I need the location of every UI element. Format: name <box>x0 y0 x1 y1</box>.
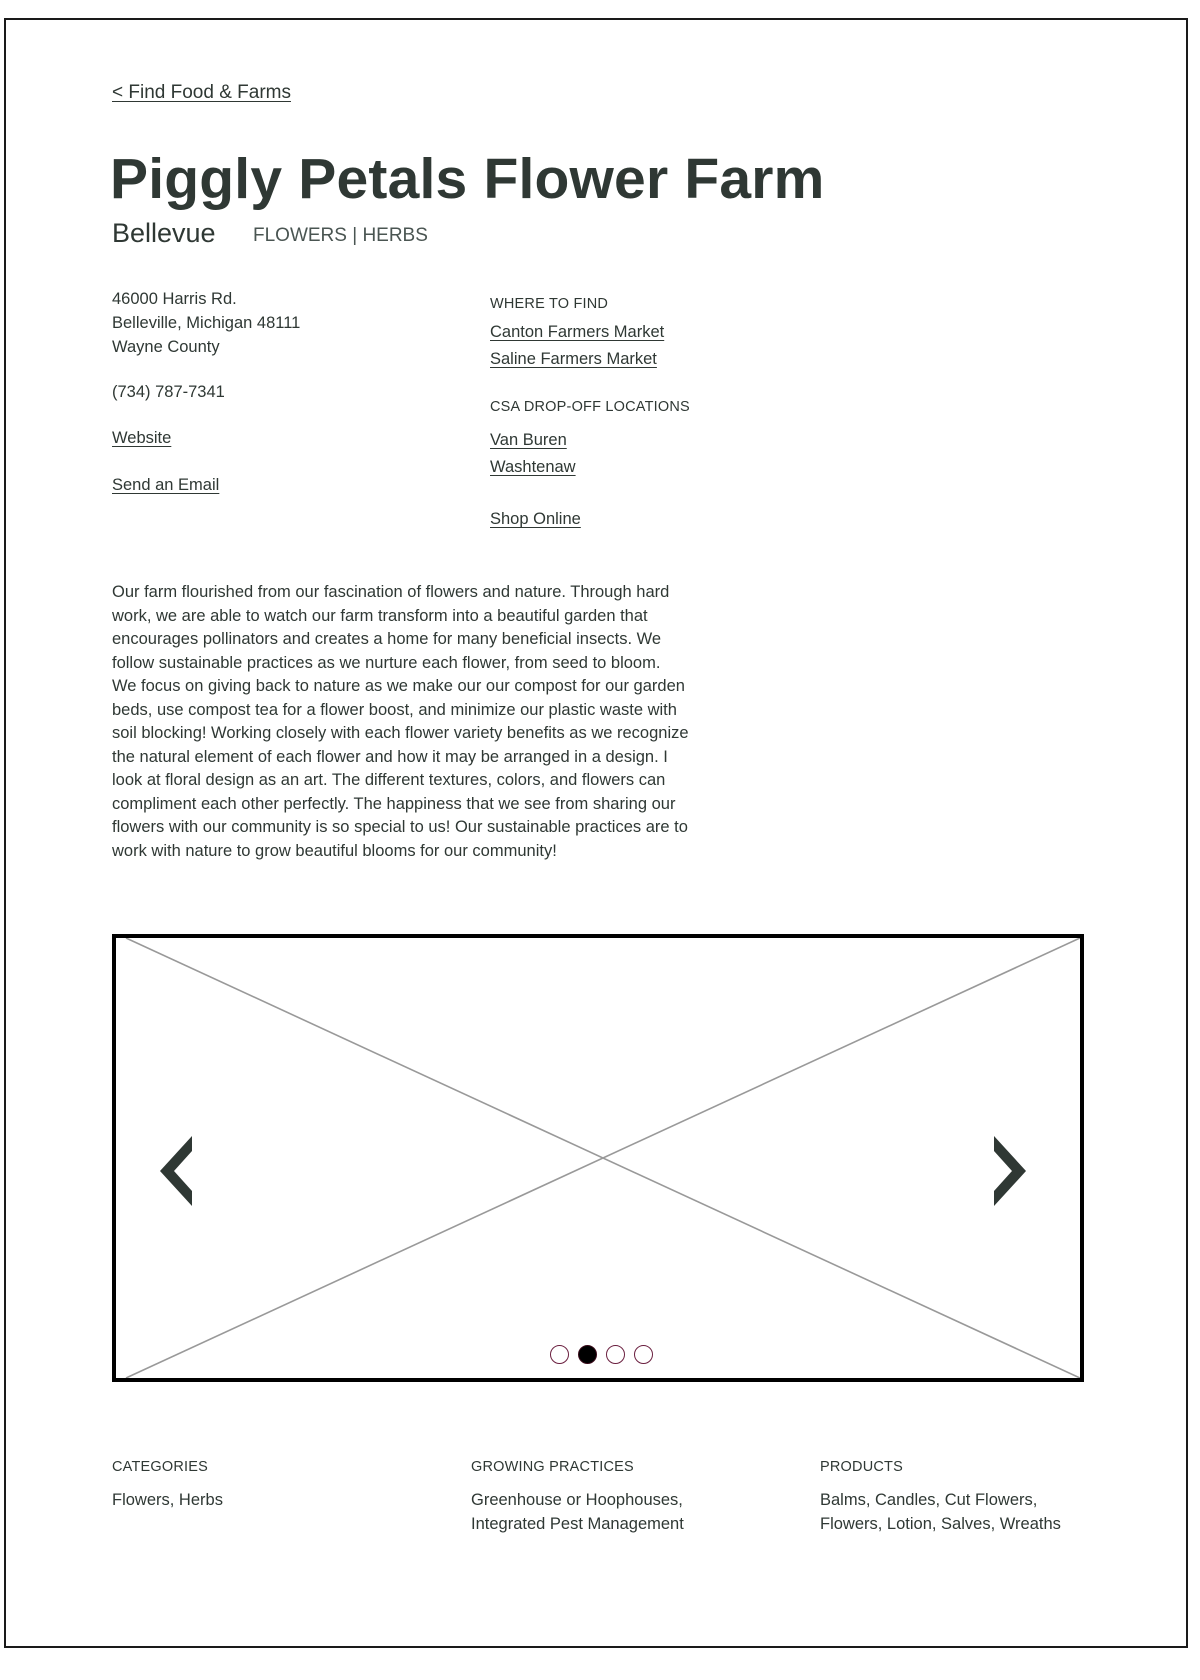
detail-value: Flowers, Lotion, Salves, Wreaths <box>820 1515 1061 1533</box>
csa-label: CSA DROP-OFF LOCATIONS <box>490 399 690 415</box>
carousel-dots <box>550 1345 653 1364</box>
carousel-dot-4[interactable] <box>634 1345 653 1364</box>
address-line-1: 46000 Harris Rd. <box>112 290 237 308</box>
detail-growing-practices: GROWING PRACTICES Greenhouse or Hoophous… <box>471 1455 684 1536</box>
carousel-dot-1[interactable] <box>550 1345 569 1364</box>
chevron-left-icon[interactable] <box>160 1136 196 1206</box>
chevron-right-icon[interactable] <box>990 1136 1026 1206</box>
csa-link-washtenaw[interactable]: Washtenaw <box>490 458 576 476</box>
address-line-2: Belleville, Michigan 48111 <box>112 314 301 332</box>
image-carousel[interactable] <box>112 934 1084 1382</box>
detail-label: PRODUCTS <box>820 1459 903 1475</box>
detail-label: CATEGORIES <box>112 1459 208 1475</box>
contact-info: 46000 Harris Rd. Belleville, Michigan 48… <box>112 287 300 497</box>
carousel-dot-3[interactable] <box>606 1345 625 1364</box>
detail-value: Integrated Pest Management <box>471 1515 684 1533</box>
market-link-saline[interactable]: Saline Farmers Market <box>490 350 657 368</box>
farm-city: Bellevue <box>112 218 216 248</box>
back-link-find-food-farms[interactable]: < Find Food & Farms <box>112 82 291 104</box>
farm-tags: FLOWERS | HERBS <box>253 225 428 246</box>
market-link-canton[interactable]: Canton Farmers Market <box>490 323 664 341</box>
phone: (734) 787-7341 <box>112 383 225 401</box>
shop-online-link[interactable]: Shop Online <box>490 510 581 528</box>
where-to-find-label: WHERE TO FIND <box>490 296 609 312</box>
detail-value: Balms, Candles, Cut Flowers, <box>820 1491 1038 1509</box>
farm-title: Piggly Petals Flower Farm <box>110 147 825 211</box>
detail-label: GROWING PRACTICES <box>471 1459 634 1475</box>
carousel-dot-2[interactable] <box>578 1345 597 1364</box>
send-email-link[interactable]: Send an Email <box>112 476 219 494</box>
image-placeholder <box>125 938 1080 1378</box>
locations-column: WHERE TO FIND Canton Farmers Market Sali… <box>490 292 690 531</box>
website-link[interactable]: Website <box>112 429 171 447</box>
detail-value: Greenhouse or Hoophouses, <box>471 1491 683 1509</box>
detail-products: PRODUCTS Balms, Candles, Cut Flowers, Fl… <box>820 1455 1061 1536</box>
farm-description: Our farm flourished from our fascination… <box>112 583 689 860</box>
detail-categories: CATEGORIES Flowers, Herbs <box>112 1455 223 1512</box>
county: Wayne County <box>112 338 220 356</box>
detail-value: Flowers, Herbs <box>112 1491 223 1509</box>
csa-link-van-buren[interactable]: Van Buren <box>490 431 567 449</box>
